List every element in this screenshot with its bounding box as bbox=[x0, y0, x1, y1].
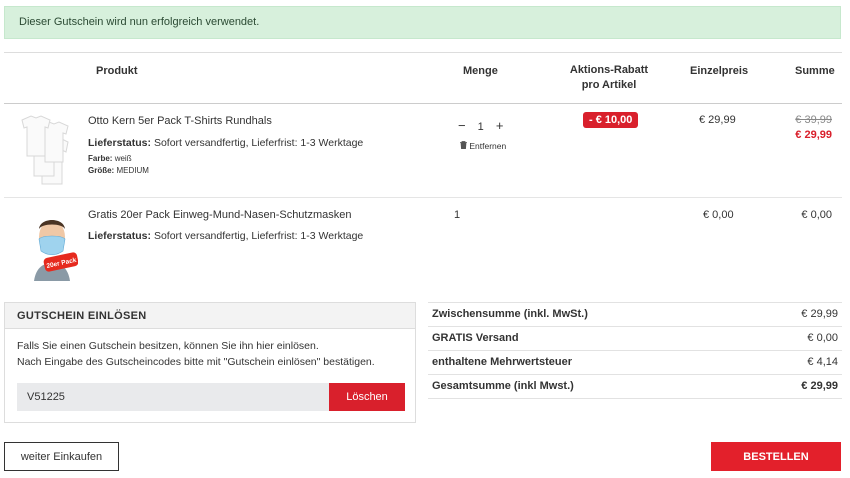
coupon-box: GUTSCHEIN EINLÖSEN Falls Sie einen Gutsc… bbox=[4, 302, 416, 423]
order-button[interactable]: BESTELLEN bbox=[711, 442, 841, 471]
mask-product-image[interactable]: 20er Pack bbox=[26, 207, 78, 281]
sum-new-price: € 29,99 bbox=[795, 129, 832, 141]
summary-row: GRATIS Versand € 0,00 bbox=[428, 326, 842, 350]
size-info: Größe: MEDIUM bbox=[88, 166, 149, 175]
summary-label: Zwischensumme (inkl. MwSt.) bbox=[432, 308, 588, 320]
cart-table-header: Produkt Menge Aktions-Rabatt pro Artikel… bbox=[4, 52, 842, 104]
unit-price: € 0,00 bbox=[703, 209, 734, 221]
summary-value: € 4,14 bbox=[807, 356, 838, 368]
continue-shopping-button[interactable]: weiter Einkaufen bbox=[4, 442, 119, 471]
color-info: Farbe: weiß bbox=[88, 154, 132, 163]
sum-price: € 0,00 bbox=[801, 209, 832, 221]
quantity-stepper: − 1 + bbox=[458, 118, 518, 133]
header-product: Produkt bbox=[96, 65, 138, 77]
cart-row: Otto Kern 5er Pack T-Shirts Rundhals Lie… bbox=[4, 104, 842, 198]
remove-label: Entfernen bbox=[469, 141, 507, 151]
coupon-description: Falls Sie einen Gutschein besitzen, könn… bbox=[5, 329, 415, 370]
size-label: Größe: bbox=[88, 166, 115, 175]
summary-total-value: € 29,99 bbox=[801, 380, 838, 392]
product-name[interactable]: Otto Kern 5er Pack T-Shirts Rundhals bbox=[88, 115, 272, 127]
header-discount-line2: pro Artikel bbox=[581, 79, 637, 91]
quantity-value: 1 bbox=[477, 121, 484, 133]
sum-old-price: € 39,99 bbox=[795, 114, 832, 126]
coupon-text-1: Falls Sie einen Gutschein besitzen, könn… bbox=[17, 340, 319, 352]
tshirt-pack-image[interactable] bbox=[18, 112, 80, 188]
quantity-value: 1 bbox=[454, 209, 461, 221]
header-discount: Aktions-Rabatt pro Artikel bbox=[569, 63, 649, 93]
delivery-label: Lieferstatus: bbox=[88, 137, 152, 149]
summary-value: € 0,00 bbox=[807, 332, 838, 344]
unit-price: € 29,99 bbox=[699, 114, 736, 126]
cart-row: 20er Pack Gratis 20er Pack Einweg-Mund-N… bbox=[4, 198, 842, 294]
cart-table: Produkt Menge Aktions-Rabatt pro Artikel… bbox=[4, 52, 842, 294]
delete-coupon-button[interactable]: Löschen bbox=[329, 383, 405, 411]
delivery-label: Lieferstatus: bbox=[88, 230, 152, 242]
summary-label: enthaltene Mehrwertsteuer bbox=[432, 356, 572, 368]
delivery-value: Sofort versandfertig, Lieferfrist: 1-3 W… bbox=[153, 230, 364, 242]
header-sum: Summe bbox=[795, 65, 835, 77]
delivery-status: Lieferstatus: Sofort versandfertig, Lief… bbox=[88, 137, 363, 149]
remove-link[interactable]: Entfernen bbox=[460, 141, 506, 151]
coupon-text-2: Nach Eingabe des Gutscheincodes bitte mi… bbox=[17, 356, 375, 368]
order-summary: Zwischensumme (inkl. MwSt.) € 29,99 GRAT… bbox=[428, 302, 842, 399]
increase-button[interactable]: + bbox=[496, 118, 504, 133]
summary-label: GRATIS Versand bbox=[432, 332, 519, 344]
summary-row-total: Gesamtsumme (inkl Mwst.) € 29,99 bbox=[428, 374, 842, 399]
color-value: weiß bbox=[114, 154, 132, 163]
coupon-title: GUTSCHEIN EINLÖSEN bbox=[5, 303, 415, 329]
color-label: Farbe: bbox=[88, 154, 113, 163]
summary-value: € 29,99 bbox=[801, 308, 838, 320]
delivery-value: Sofort versandfertig, Lieferfrist: 1-3 W… bbox=[153, 137, 364, 149]
product-name[interactable]: Gratis 20er Pack Einweg-Mund-Nasen-Schut… bbox=[88, 209, 352, 221]
header-discount-line1: Aktions-Rabatt bbox=[569, 64, 649, 76]
delivery-status: Lieferstatus: Sofort versandfertig, Lief… bbox=[88, 230, 363, 242]
size-value: MEDIUM bbox=[116, 166, 149, 175]
success-alert: Dieser Gutschein wird nun erfolgreich ve… bbox=[4, 6, 841, 39]
coupon-code-input[interactable] bbox=[17, 383, 329, 411]
summary-label: Gesamtsumme (inkl Mwst.) bbox=[432, 380, 574, 392]
trash-icon bbox=[460, 141, 469, 151]
discount-value: - € 10,00 bbox=[583, 112, 639, 128]
summary-row: enthaltene Mehrwertsteuer € 4,14 bbox=[428, 350, 842, 374]
summary-row: Zwischensumme (inkl. MwSt.) € 29,99 bbox=[428, 302, 842, 326]
discount-badge: - € 10,00 bbox=[583, 112, 639, 128]
alert-message: Dieser Gutschein wird nun erfolgreich ve… bbox=[19, 16, 260, 28]
header-quantity: Menge bbox=[463, 65, 498, 77]
decrease-button[interactable]: − bbox=[458, 118, 466, 133]
header-unit-price: Einzelpreis bbox=[690, 65, 749, 77]
